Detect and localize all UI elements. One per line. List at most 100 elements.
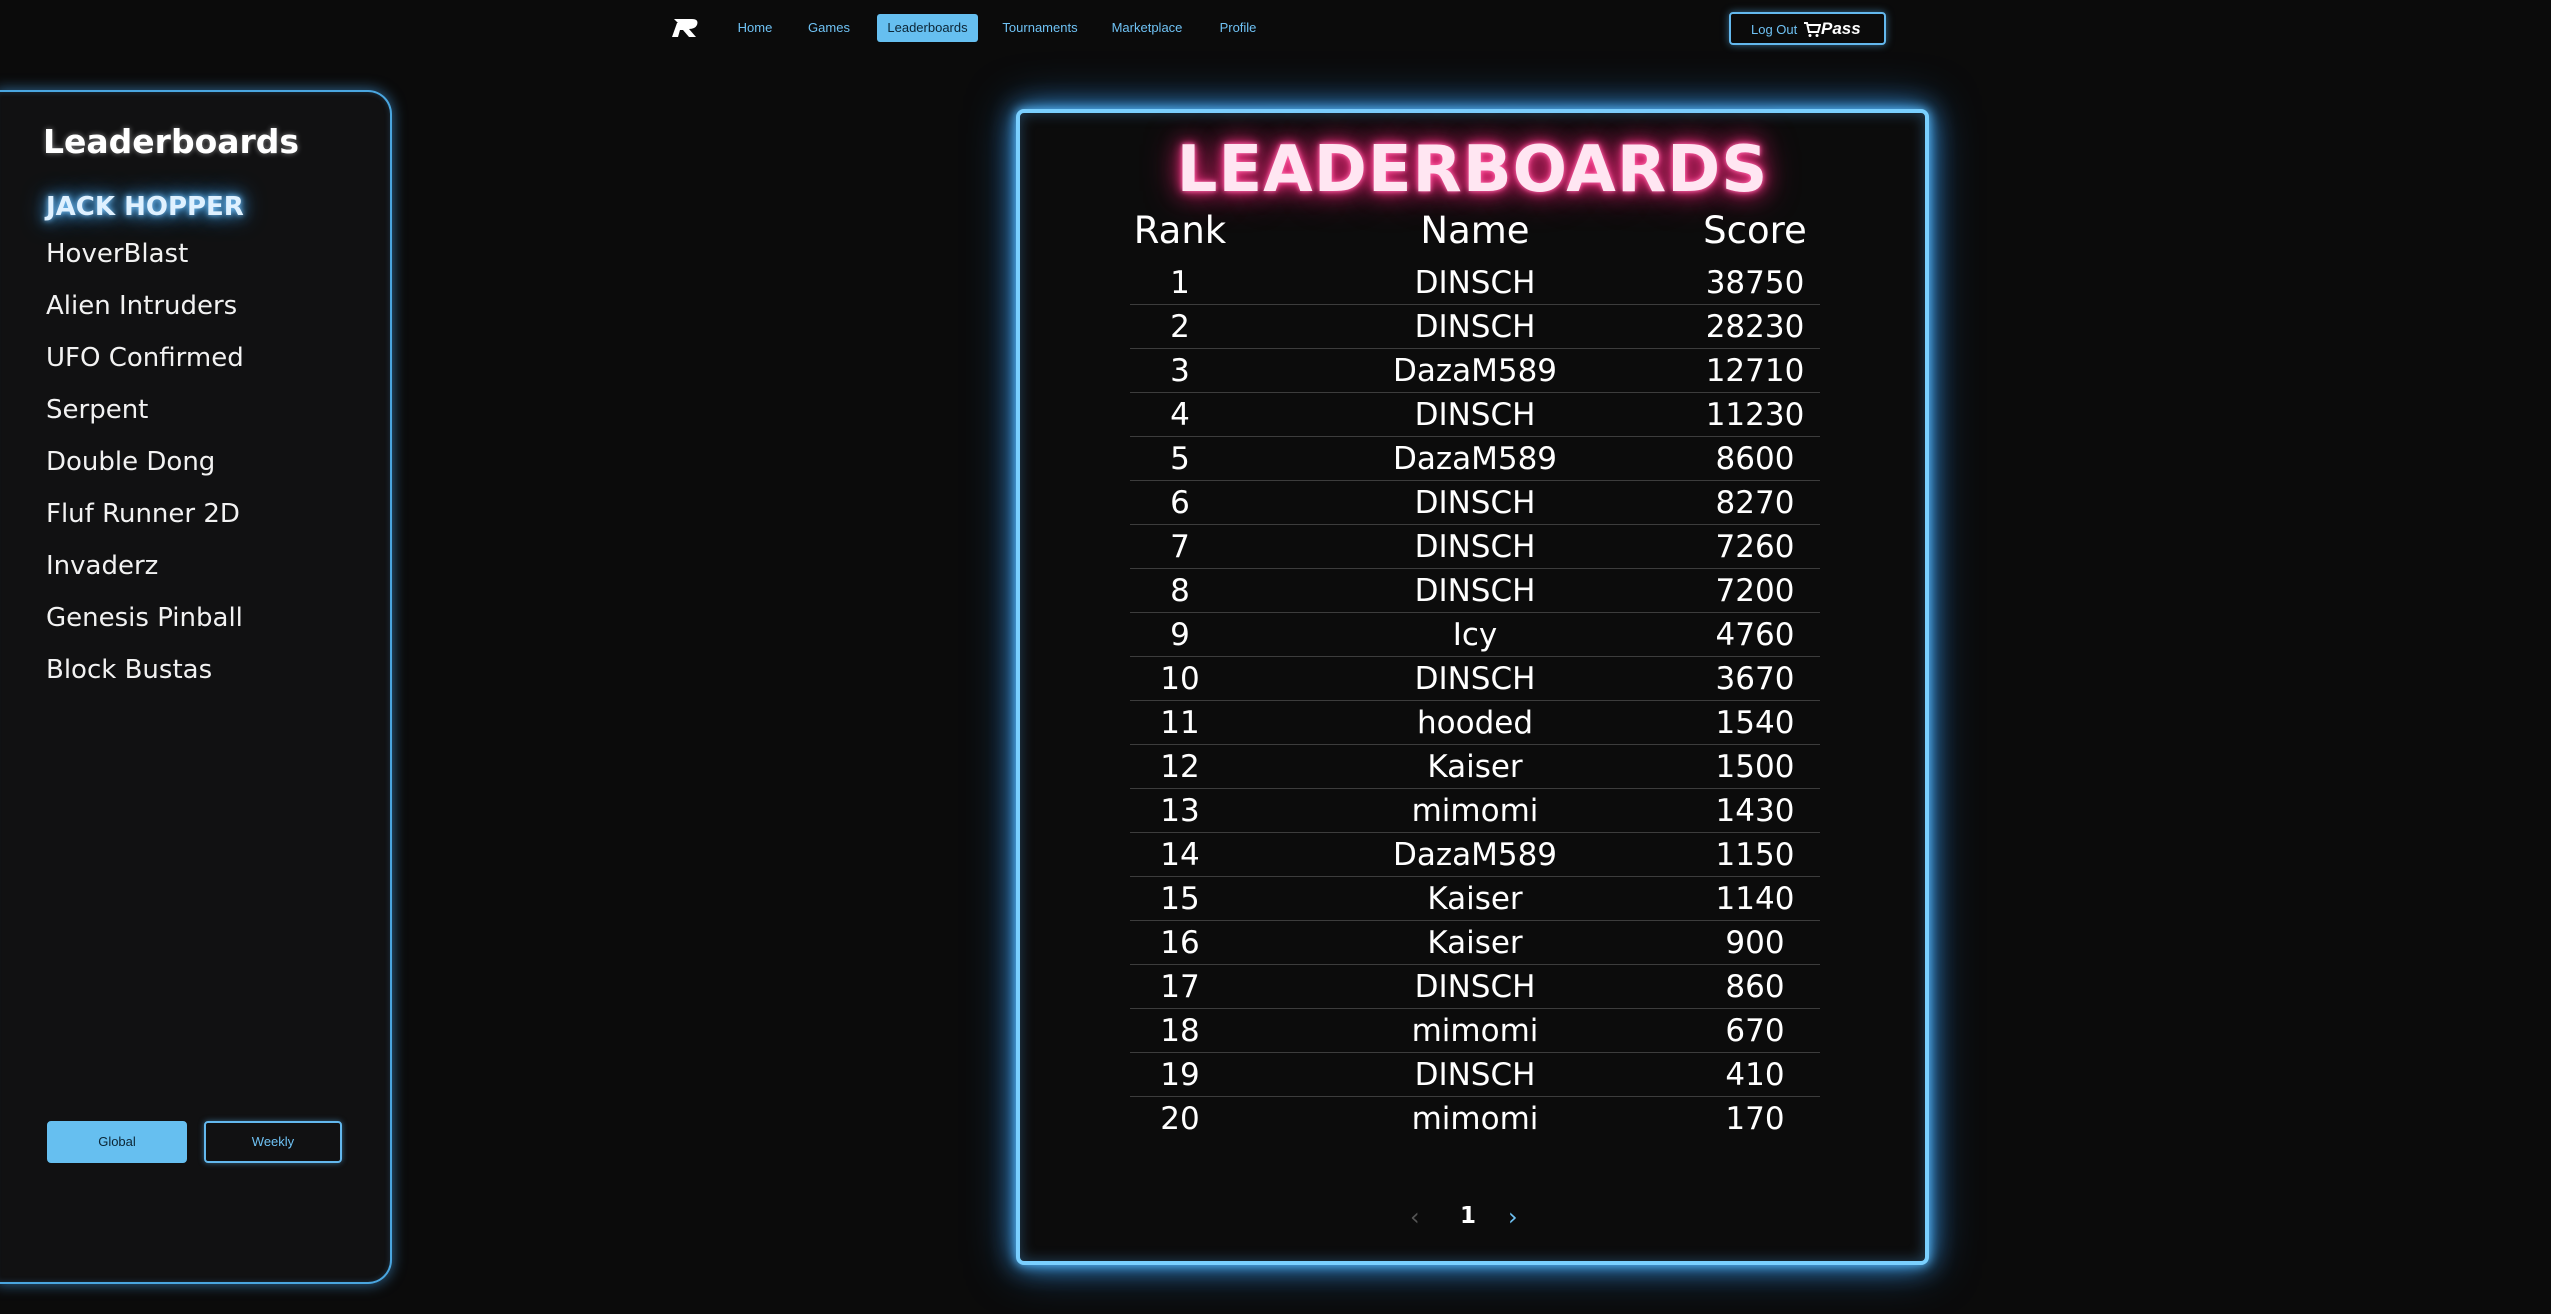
game-item-jack-hopper[interactable]: JACK HOPPER xyxy=(46,192,244,222)
global-button[interactable]: Global xyxy=(47,1121,187,1163)
game-item-hoverblast[interactable]: HoverBlast xyxy=(46,239,188,269)
score-cell: 1140 xyxy=(1715,881,1795,917)
nav-marketplace[interactable]: Marketplace xyxy=(1108,14,1186,42)
score-cell: 410 xyxy=(1725,1057,1785,1093)
name-cell: mimomi xyxy=(1411,793,1539,829)
name-cell: Icy xyxy=(1452,617,1498,653)
rank-cell: 13 xyxy=(1160,793,1200,829)
rank-cell: 6 xyxy=(1170,485,1190,521)
rank-cell: 4 xyxy=(1170,397,1190,433)
score-cell: 900 xyxy=(1725,925,1785,961)
nav-leaderboards[interactable]: Leaderboards xyxy=(877,14,978,42)
game-item-block-bustas[interactable]: Block Bustas xyxy=(46,655,212,685)
name-cell: DazaM589 xyxy=(1392,441,1558,477)
rank-cell: 15 xyxy=(1160,881,1200,917)
logout-button[interactable]: Log Out Pass xyxy=(1729,12,1886,45)
name-cell: Kaiser xyxy=(1427,925,1523,961)
table-row: 17 DINSCH 860 xyxy=(1130,965,1820,1009)
table-row: 6 DINSCH 8270 xyxy=(1130,481,1820,525)
score-cell: 7260 xyxy=(1715,529,1795,565)
table-row: 12 Kaiser 1500 xyxy=(1130,745,1820,789)
rank-cell: 17 xyxy=(1160,969,1200,1005)
score-cell: 3670 xyxy=(1715,661,1795,697)
game-item-double-dong[interactable]: Double Dong xyxy=(46,447,215,477)
rank-cell: 19 xyxy=(1160,1057,1200,1093)
pagination: ‹ 1 › xyxy=(1020,1203,1925,1233)
table-row: 20 mimomi 170 xyxy=(1130,1097,1820,1141)
leaderboard-title: LEADERBOARDS xyxy=(1176,133,1769,207)
name-cell: hooded xyxy=(1416,705,1533,741)
weekly-button[interactable]: Weekly xyxy=(204,1121,342,1163)
rank-cell: 10 xyxy=(1160,661,1200,697)
name-cell: DINSCH xyxy=(1414,1057,1536,1093)
table-row: 16 Kaiser 900 xyxy=(1130,921,1820,965)
rank-cell: 20 xyxy=(1160,1101,1200,1137)
rank-cell: 1 xyxy=(1170,265,1190,301)
rank-cell: 14 xyxy=(1160,837,1200,873)
game-item-invaderz[interactable]: Invaderz xyxy=(46,551,158,581)
score-cell: 4760 xyxy=(1715,617,1795,653)
table-row: 14 DazaM589 1150 xyxy=(1130,833,1820,877)
nav-tournaments[interactable]: Tournaments xyxy=(999,14,1081,42)
nav-profile[interactable]: Profile xyxy=(1213,14,1263,42)
rank-cell: 18 xyxy=(1160,1013,1200,1049)
table-row: 13 mimomi 1430 xyxy=(1130,789,1820,833)
name-cell: DINSCH xyxy=(1414,969,1536,1005)
score-cell: 11230 xyxy=(1705,397,1805,433)
logout-label: Log Out xyxy=(1751,22,1798,37)
score-cell: 28230 xyxy=(1705,309,1805,345)
name-cell: DINSCH xyxy=(1414,265,1536,301)
rank-cell: 5 xyxy=(1170,441,1190,477)
r-logo-icon[interactable] xyxy=(672,17,700,39)
score-cell: 1150 xyxy=(1715,837,1795,873)
pass-label: Pass xyxy=(1821,19,1861,38)
score-cell: 1500 xyxy=(1715,749,1795,785)
rank-cell: 7 xyxy=(1170,529,1190,565)
game-item-alien-intruders[interactable]: Alien Intruders xyxy=(46,291,237,321)
rank-cell: 8 xyxy=(1170,573,1190,609)
name-cell: mimomi xyxy=(1411,1013,1539,1049)
name-cell: DazaM589 xyxy=(1392,353,1558,389)
table-row: 8 DINSCH 7200 xyxy=(1130,569,1820,613)
game-item-ufo-confirmed[interactable]: UFO Confirmed xyxy=(46,343,244,373)
sidebar-title: Leaderboards xyxy=(43,122,300,161)
score-cell: 7200 xyxy=(1715,573,1795,609)
name-cell: DINSCH xyxy=(1414,485,1536,521)
score-cell: 38750 xyxy=(1705,265,1805,301)
rank-cell: 2 xyxy=(1170,309,1190,345)
score-cell: 8600 xyxy=(1715,441,1795,477)
table-row: 1 DINSCH 38750 xyxy=(1130,261,1820,305)
name-cell: DazaM589 xyxy=(1392,837,1558,873)
current-page[interactable]: 1 xyxy=(1460,1203,1476,1229)
score-cell: 1540 xyxy=(1715,705,1795,741)
score-cell: 170 xyxy=(1725,1101,1785,1137)
score-cell: 1430 xyxy=(1715,793,1795,829)
name-cell: DINSCH xyxy=(1414,529,1536,565)
leaderboard-panel: LEADERBOARDS Rank Name Score 1 DINSCH 3875… xyxy=(1016,109,1929,1265)
game-item-fluf-runner-2d[interactable]: Fluf Runner 2D xyxy=(46,499,240,529)
name-cell: DINSCH xyxy=(1414,397,1536,433)
name-cell: Kaiser xyxy=(1427,749,1523,785)
table-row: 10 DINSCH 3670 xyxy=(1130,657,1820,701)
name-cell: DINSCH xyxy=(1414,309,1536,345)
top-navbar: Home Games Leaderboards Tournaments Mark… xyxy=(0,0,2551,56)
game-item-serpent[interactable]: Serpent xyxy=(46,395,148,425)
leaderboards-sidebar: Leaderboards JACK HOPPER HoverBlast Alie… xyxy=(0,90,392,1284)
name-cell: DINSCH xyxy=(1414,573,1536,609)
name-cell: Kaiser xyxy=(1427,881,1523,917)
table-row: 4 DINSCH 11230 xyxy=(1130,393,1820,437)
score-cell: 860 xyxy=(1725,969,1785,1005)
rank-cell: 16 xyxy=(1160,925,1200,961)
name-header: Name xyxy=(1420,209,1530,252)
nav-games[interactable]: Games xyxy=(804,14,854,42)
prev-page-icon[interactable]: ‹ xyxy=(1410,1203,1420,1231)
nav-home[interactable]: Home xyxy=(732,14,778,42)
game-item-genesis-pinball[interactable]: Genesis Pinball xyxy=(46,603,243,633)
score-cell: 670 xyxy=(1725,1013,1785,1049)
next-page-icon[interactable]: › xyxy=(1508,1203,1518,1231)
rank-cell: 12 xyxy=(1160,749,1200,785)
rank-cell: 11 xyxy=(1160,705,1200,741)
table-row: 3 DazaM589 12710 xyxy=(1130,349,1820,393)
table-row: 15 Kaiser 1140 xyxy=(1130,877,1820,921)
rank-cell: 9 xyxy=(1170,617,1190,653)
